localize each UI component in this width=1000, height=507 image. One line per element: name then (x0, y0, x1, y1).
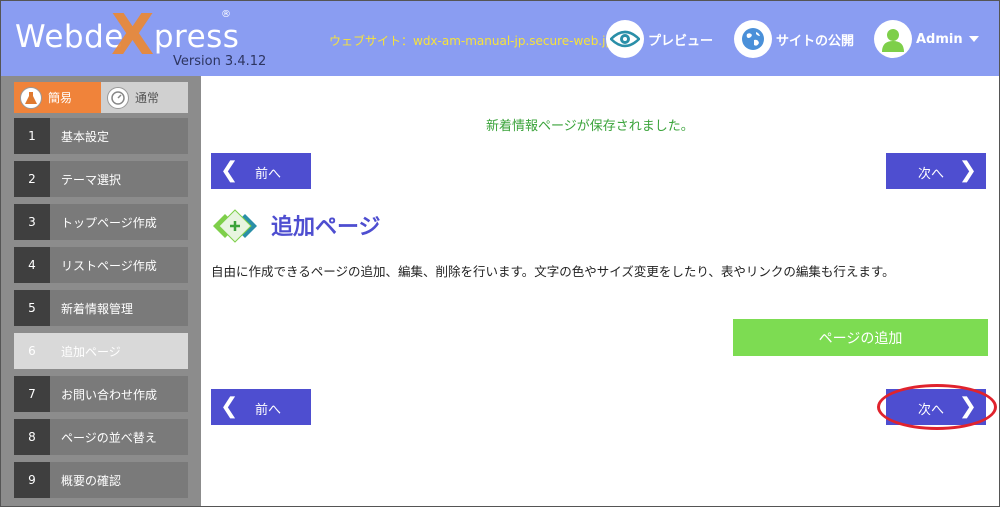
sidebar-step-additional-page[interactable]: 6 追加ページ (14, 333, 188, 369)
sidebar-step-news[interactable]: 5 新着情報管理 (14, 290, 188, 326)
step-label: 追加ページ (61, 344, 121, 359)
next-button-bottom[interactable]: 次へ ❯ (886, 389, 986, 425)
admin-label: Admin (916, 31, 963, 47)
app-logo: Webde Xpress ® (15, 3, 240, 68)
sidebar-step-theme[interactable]: 2 テーマ選択 (14, 161, 188, 197)
globe-icon (734, 20, 772, 58)
step-number: 1 (14, 118, 50, 154)
logo-text-webde: Webde (15, 19, 124, 55)
eye-icon (606, 20, 644, 58)
next-label: 次へ (918, 167, 945, 182)
preview-button[interactable]: プレビュー (606, 20, 713, 58)
sidebar-step-list-page[interactable]: 4 リストページ作成 (14, 247, 188, 283)
chevron-left-icon: ❮ (220, 394, 239, 419)
chevron-down-icon (968, 36, 979, 42)
add-page-icon (213, 209, 257, 243)
add-page-button[interactable]: ページの追加 (733, 319, 988, 356)
step-number: 7 (14, 376, 50, 412)
sidebar-step-overview[interactable]: 9 概要の確認 (14, 462, 188, 498)
chevron-left-icon: ❮ (220, 158, 239, 183)
flask-icon (20, 86, 42, 109)
page-description: 自由に作成できるページの追加、編集、削除を行います。文字の色やサイズ変更をしたり… (211, 264, 895, 279)
tab-normal-label: 通常 (135, 91, 160, 105)
prev-button-top[interactable]: ❮ 前へ (211, 153, 311, 189)
user-avatar-icon (874, 20, 912, 58)
publish-site-button[interactable]: サイトの公開 (734, 20, 854, 58)
preview-label: プレビュー (648, 33, 714, 49)
admin-menu-button[interactable]: Admin (874, 20, 979, 58)
publish-label: サイトの公開 (776, 33, 855, 49)
next-button-top[interactable]: 次へ ❯ (886, 153, 986, 189)
next-label: 次へ (918, 403, 945, 418)
prev-label: 前へ (255, 167, 282, 182)
step-number: 9 (14, 462, 50, 498)
logo-text-press: press (153, 19, 240, 55)
step-label: 基本設定 (61, 129, 110, 144)
prev-button-bottom[interactable]: ❮ 前へ (211, 389, 311, 425)
step-number: 4 (14, 247, 50, 283)
step-label: 概要の確認 (61, 473, 122, 488)
chevron-right-icon: ❯ (958, 158, 977, 183)
sidebar-step-page-order[interactable]: 8 ページの並べ替え (14, 419, 188, 455)
tab-normal-mode[interactable]: 通常 (101, 82, 188, 113)
step-number: 6 (14, 333, 50, 369)
sidebar: 簡易 通常 1 基本設定 2 テーマ選択 3 トップページ作成 4 リストページ… (1, 76, 201, 506)
step-label: テーマ選択 (61, 172, 122, 187)
step-label: トップページ作成 (61, 215, 157, 230)
app-window: Webde Xpress ® Version 3.4.12 ウェブサイト：wdx-… (0, 0, 1000, 507)
step-number: 3 (14, 204, 50, 240)
top-header: Webde Xpress ® Version 3.4.12 ウェブサイト：wdx-… (1, 1, 999, 76)
logo-x-mark: X (111, 3, 155, 68)
step-label: リストページ作成 (61, 258, 157, 273)
tab-easy-mode[interactable]: 簡易 (14, 82, 101, 113)
website-url-label: ウェブサイト：wdx-am-manual-jp.secure-web.jp (329, 34, 614, 48)
chevron-right-icon: ❯ (958, 394, 977, 419)
sidebar-step-top-page[interactable]: 3 トップページ作成 (14, 204, 188, 240)
tab-easy-label: 簡易 (48, 91, 73, 105)
mode-tabs: 簡易 通常 (14, 82, 188, 113)
sidebar-step-contact[interactable]: 7 お問い合わせ作成 (14, 376, 188, 412)
page-title: 追加ページ (271, 215, 381, 240)
step-number: 8 (14, 419, 50, 455)
step-number: 2 (14, 161, 50, 197)
prev-label: 前へ (255, 403, 282, 418)
step-label: 新着情報管理 (61, 301, 134, 316)
sidebar-step-basic-settings[interactable]: 1 基本設定 (14, 118, 188, 154)
step-number: 5 (14, 290, 50, 326)
gauge-icon (107, 86, 129, 109)
saved-message: 新着情報ページが保存されました。 (486, 119, 694, 134)
logo-registered-mark: ® (221, 9, 232, 20)
step-label: ページの並べ替え (61, 430, 157, 445)
version-label: Version 3.4.12 (173, 54, 267, 69)
step-label: お問い合わせ作成 (61, 387, 158, 402)
